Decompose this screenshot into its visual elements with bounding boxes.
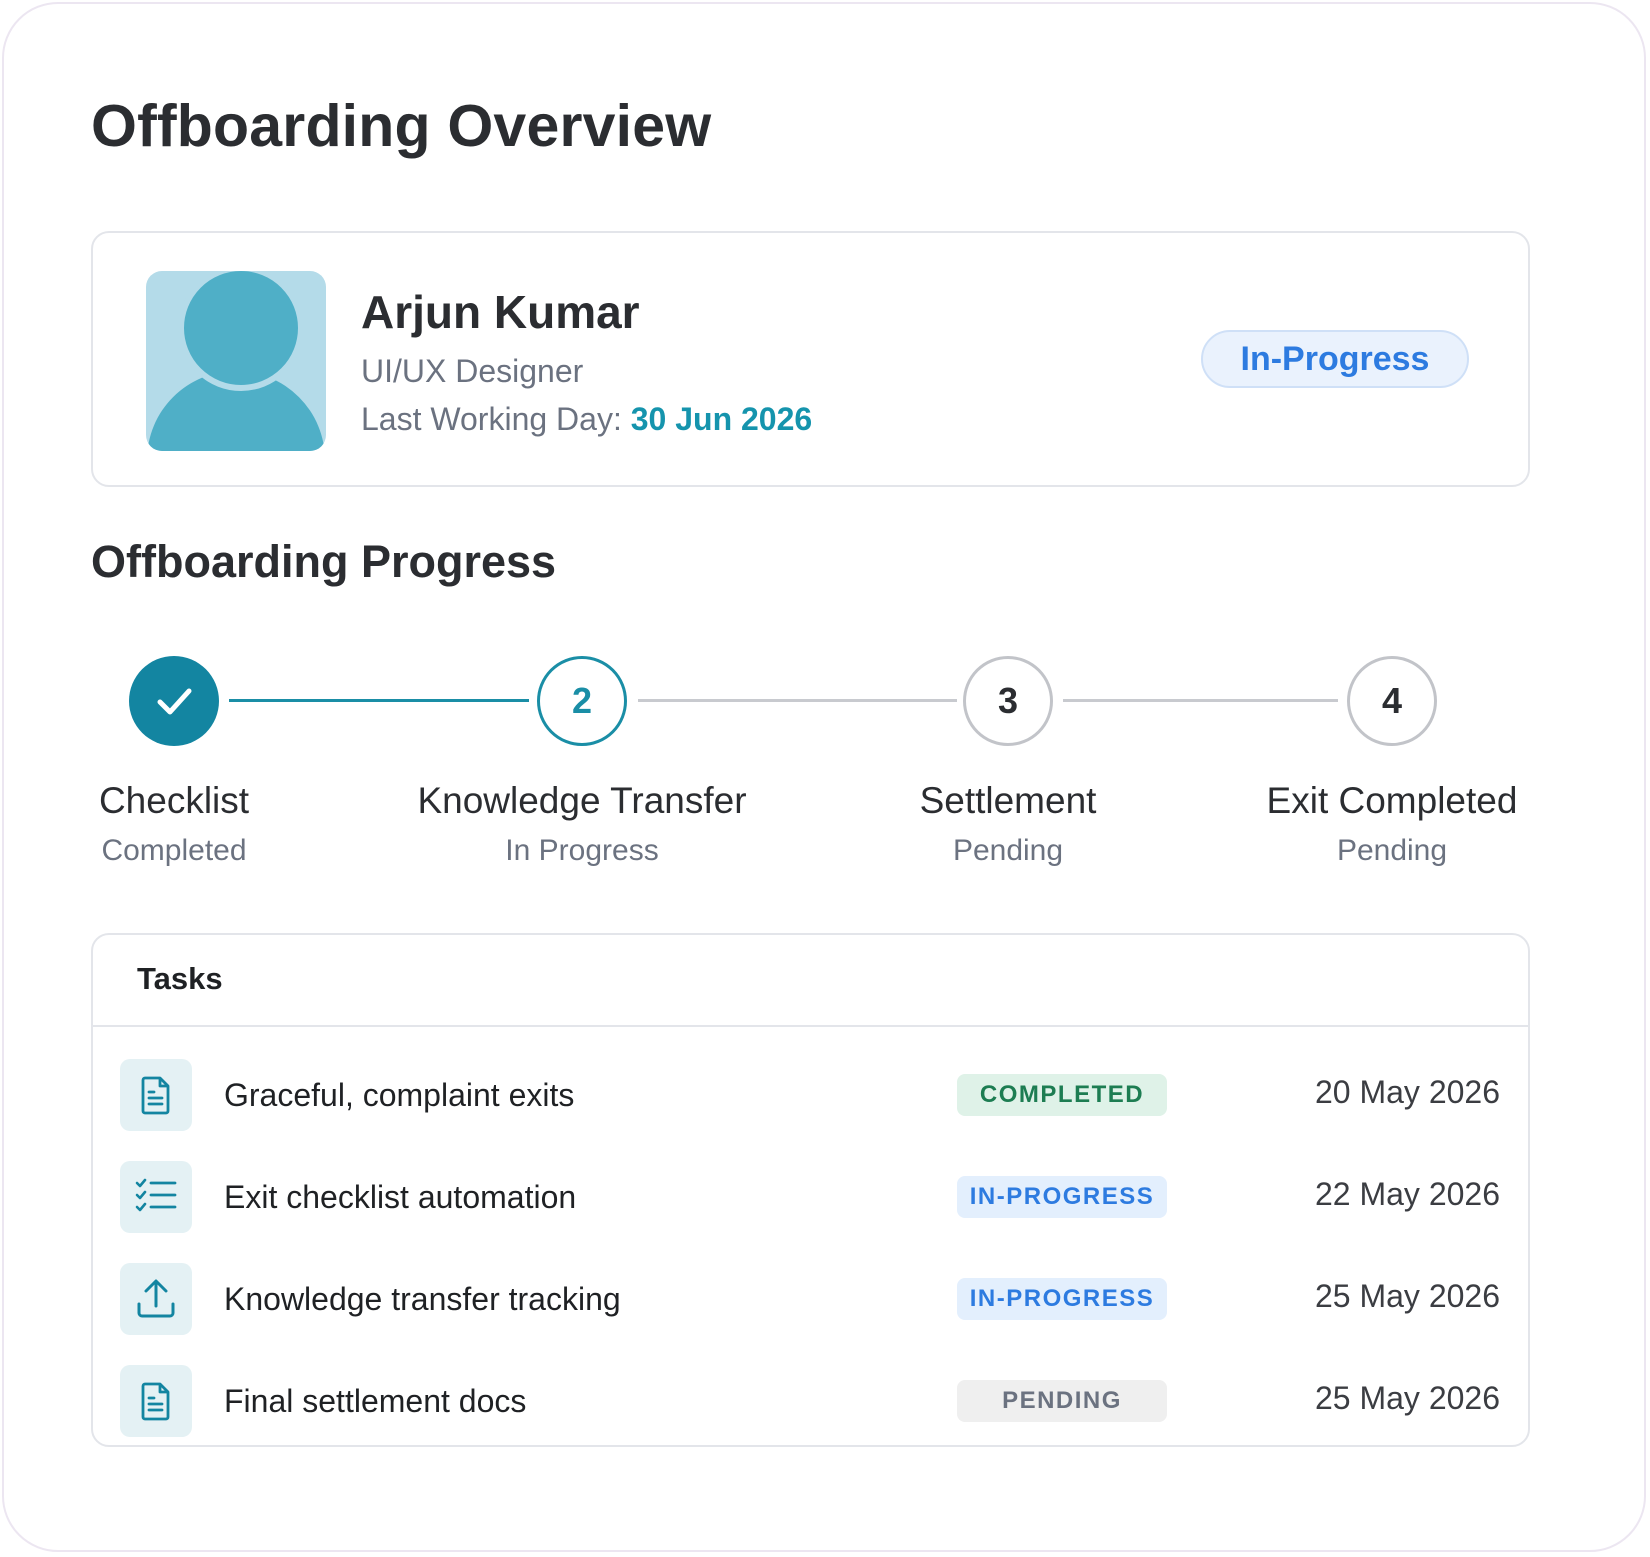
last-working-day-label: Last Working Day:	[361, 401, 631, 437]
tasks-header: Tasks	[93, 935, 1528, 1027]
upload-icon	[120, 1263, 192, 1335]
task-row[interactable]: Graceful, complaint exits COMPLETED 20 M…	[93, 1044, 1528, 1146]
page-title: Offboarding Overview	[91, 93, 712, 159]
step-1-label: Checklist	[98, 780, 250, 821]
status-badge: In-Progress	[1201, 330, 1469, 388]
document-icon	[120, 1365, 192, 1437]
task-date: 25 May 2026	[1314, 1380, 1500, 1416]
task-date: 20 May 2026	[1314, 1074, 1500, 1110]
step-connector-2	[638, 699, 957, 702]
step-4-label: Exit Completed	[1266, 780, 1518, 821]
step-1-status: Completed	[101, 834, 247, 867]
employee-profile-card: Arjun Kumar UI/UX Designer Last Working …	[91, 231, 1530, 487]
status-badge: PENDING	[957, 1380, 1167, 1422]
last-working-day-date: 30 Jun 2026	[630, 401, 813, 437]
task-date: 22 May 2026	[1314, 1176, 1500, 1212]
step-2-circle: 2	[537, 656, 627, 746]
tasks-title: Tasks	[137, 961, 223, 996]
check-icon	[157, 688, 192, 715]
step-1-circle	[129, 656, 219, 746]
step-3-circle: 3	[963, 656, 1053, 746]
checklist-icon	[120, 1161, 192, 1233]
task-row[interactable]: Final settlement docs PENDING 25 May 202…	[93, 1350, 1528, 1452]
task-name: Exit checklist automation	[224, 1179, 577, 1215]
step-connector-3	[1063, 699, 1338, 702]
step-3-label: Settlement	[919, 780, 1097, 821]
task-name: Final settlement docs	[224, 1383, 527, 1419]
step-4-status: Pending	[1336, 834, 1448, 867]
employee-name: Arjun Kumar	[361, 286, 640, 338]
step-3-status: Pending	[952, 834, 1064, 867]
step-2-label: Knowledge Transfer	[417, 780, 747, 821]
task-row[interactable]: Knowledge transfer tracking IN-PROGRESS …	[93, 1248, 1528, 1350]
task-date: 25 May 2026	[1314, 1278, 1500, 1314]
employee-role: UI/UX Designer	[361, 353, 584, 389]
document-icon	[120, 1059, 192, 1131]
status-badge: IN-PROGRESS	[957, 1176, 1167, 1218]
task-row[interactable]: Exit checklist automation IN-PROGRESS 22…	[93, 1146, 1528, 1248]
step-4-circle: 4	[1347, 656, 1437, 746]
task-name: Knowledge transfer tracking	[224, 1281, 621, 1317]
tasks-card: Tasks Graceful, complaint exits COMPLETE…	[91, 933, 1530, 1447]
status-badge: IN-PROGRESS	[957, 1278, 1167, 1320]
status-badge: COMPLETED	[957, 1074, 1167, 1116]
last-working-day: Last Working Day: 30 Jun 2026	[361, 401, 812, 438]
avatar	[146, 271, 326, 451]
step-connector-1	[229, 699, 529, 702]
task-name: Graceful, complaint exits	[224, 1077, 575, 1113]
progress-title: Offboarding Progress	[91, 536, 557, 587]
step-2-status: In Progress	[505, 834, 659, 867]
